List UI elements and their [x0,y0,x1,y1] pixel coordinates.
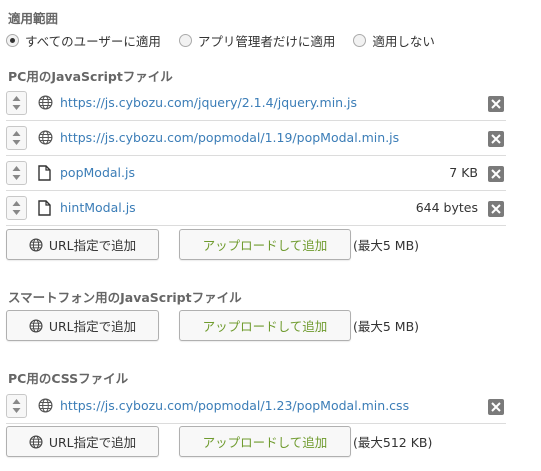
upload-add-button[interactable]: アップロードして追加 [179,229,351,260]
mobile-js-title: スマートフォン用のJavaScriptファイル [8,290,242,305]
close-icon [491,99,501,109]
file-row: popModal.js 7 KB [6,156,506,191]
file-url-link[interactable]: https://js.cybozu.com/popmodal/1.23/popM… [60,398,409,413]
max-size-note: (最大5 MB) [353,238,420,253]
updown-arrow-icon [12,201,21,215]
file-size: 644 bytes [415,200,478,215]
scope-option-label: すべてのユーザーに適用 [25,33,161,49]
upload-add-button[interactable]: アップロードして追加 [179,310,351,341]
pc-css-title: PC用のCSSファイル [8,371,129,386]
file-row: https://js.cybozu.com/jquery/2.1.4/jquer… [6,86,506,121]
updown-arrow-icon [12,166,21,180]
max-size-note: (最大5 MB) [353,319,420,334]
file-url-link[interactable]: https://js.cybozu.com/jquery/2.1.4/jquer… [60,95,357,110]
file-name-link[interactable]: hintModal.js [60,200,136,215]
globe-icon [38,398,53,414]
file-size: 7 KB [449,165,478,180]
mobile-js-add-controls: URL指定で追加 アップロードして追加 (最大5 MB) [6,310,419,341]
delete-button[interactable] [488,96,504,112]
add-by-url-label: URL指定で追加 [48,319,137,334]
file-url-link[interactable]: https://js.cybozu.com/popmodal/1.19/popM… [60,130,399,145]
scope-option-admins-only[interactable]: アプリ管理者だけに適用 [178,31,336,50]
scope-radio-group: すべてのユーザーに適用 アプリ管理者だけに適用 適用しない [6,30,453,50]
add-by-url-button[interactable]: URL指定で追加 [6,426,159,457]
globe-icon [29,237,43,252]
pc-js-title: PC用のJavaScriptファイル [8,69,173,84]
sort-handle[interactable] [6,91,27,115]
updown-arrow-icon [12,131,21,145]
file-row: https://js.cybozu.com/popmodal/1.19/popM… [6,121,506,156]
globe-icon [38,95,53,111]
close-icon [491,204,501,214]
sort-handle[interactable] [6,161,27,185]
scope-option-label: アプリ管理者だけに適用 [197,33,336,49]
sort-handle[interactable] [6,394,27,418]
scope-option-label: 適用しない [372,33,435,49]
delete-button[interactable] [488,131,504,147]
upload-add-button[interactable]: アップロードして追加 [179,426,351,457]
delete-button[interactable] [488,201,504,217]
file-icon [38,200,53,216]
close-icon [491,402,501,412]
scope-option-none[interactable]: 適用しない [353,31,435,50]
scope-option-all-users[interactable]: すべてのユーザーに適用 [6,31,161,50]
globe-icon [38,130,53,146]
file-icon [38,165,53,181]
file-name-link[interactable]: popModal.js [60,165,135,180]
close-icon [491,134,501,144]
sort-handle[interactable] [6,196,27,220]
updown-arrow-icon [12,399,21,413]
pc-js-add-controls: URL指定で追加 アップロードして追加 (最大5 MB) [6,229,419,260]
scope-title: 適用範囲 [8,11,59,26]
radio-button[interactable] [353,33,367,47]
globe-icon [29,318,43,333]
delete-button[interactable] [488,399,504,415]
radio-button[interactable] [178,33,192,47]
pc-css-add-controls: URL指定で追加 アップロードして追加 (最大512 KB) [6,426,432,457]
add-by-url-label: URL指定で追加 [48,238,137,253]
add-by-url-button[interactable]: URL指定で追加 [6,310,159,341]
radio-button-checked[interactable] [6,33,19,47]
sort-handle[interactable] [6,126,27,150]
delete-button[interactable] [488,166,504,182]
add-by-url-button[interactable]: URL指定で追加 [6,229,159,260]
add-by-url-label: URL指定で追加 [48,435,137,450]
max-size-note: (最大512 KB) [353,435,433,450]
file-row: https://js.cybozu.com/popmodal/1.23/popM… [6,389,506,424]
globe-icon [29,434,43,449]
file-row: hintModal.js 644 bytes [6,191,506,226]
updown-arrow-icon [12,96,21,110]
close-icon [491,169,501,179]
